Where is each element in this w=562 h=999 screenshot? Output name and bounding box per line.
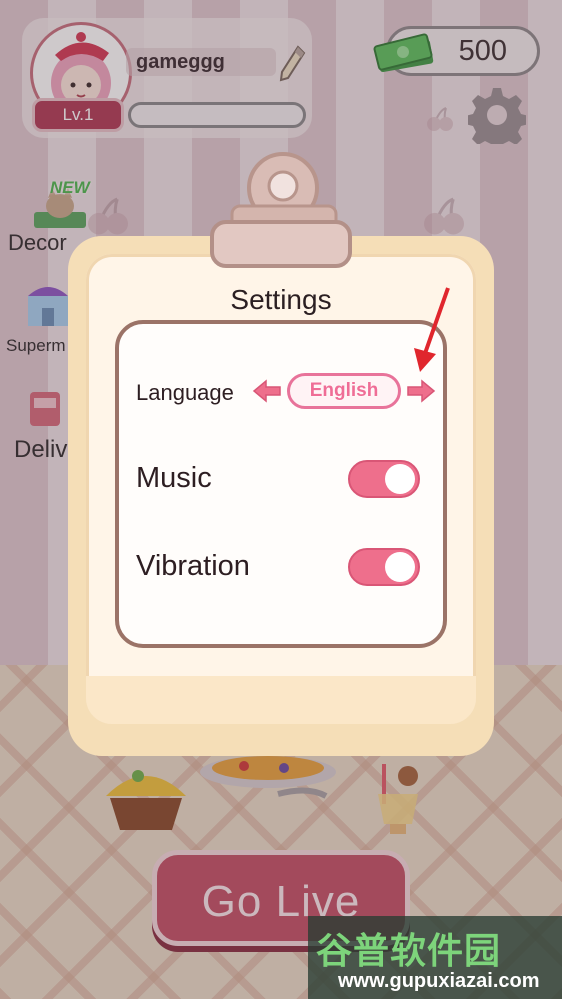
- language-prev-arrow-icon[interactable]: [252, 379, 282, 403]
- music-toggle[interactable]: [348, 460, 420, 498]
- watermark-name: 谷普软件园: [316, 930, 502, 971]
- music-label: Music: [136, 462, 212, 494]
- toggle-knob: [385, 464, 415, 494]
- language-value: English: [309, 380, 379, 401]
- annotation-arrow-icon: [414, 287, 450, 372]
- watermark: 谷普软件园 www.gupuxiazai.com: [308, 916, 562, 999]
- clipboard-clip-icon: [210, 152, 352, 268]
- language-label: Language: [136, 380, 234, 405]
- language-next-arrow-icon[interactable]: [406, 379, 436, 403]
- toggle-knob: [385, 552, 415, 582]
- dialog-scalloped-edge: [86, 676, 476, 724]
- watermark-url: www.gupuxiazai.com: [338, 970, 540, 992]
- language-selector[interactable]: English: [287, 373, 401, 409]
- vibration-label: Vibration: [136, 550, 250, 582]
- vibration-toggle[interactable]: [348, 548, 420, 586]
- dialog-title: Settings: [230, 284, 332, 315]
